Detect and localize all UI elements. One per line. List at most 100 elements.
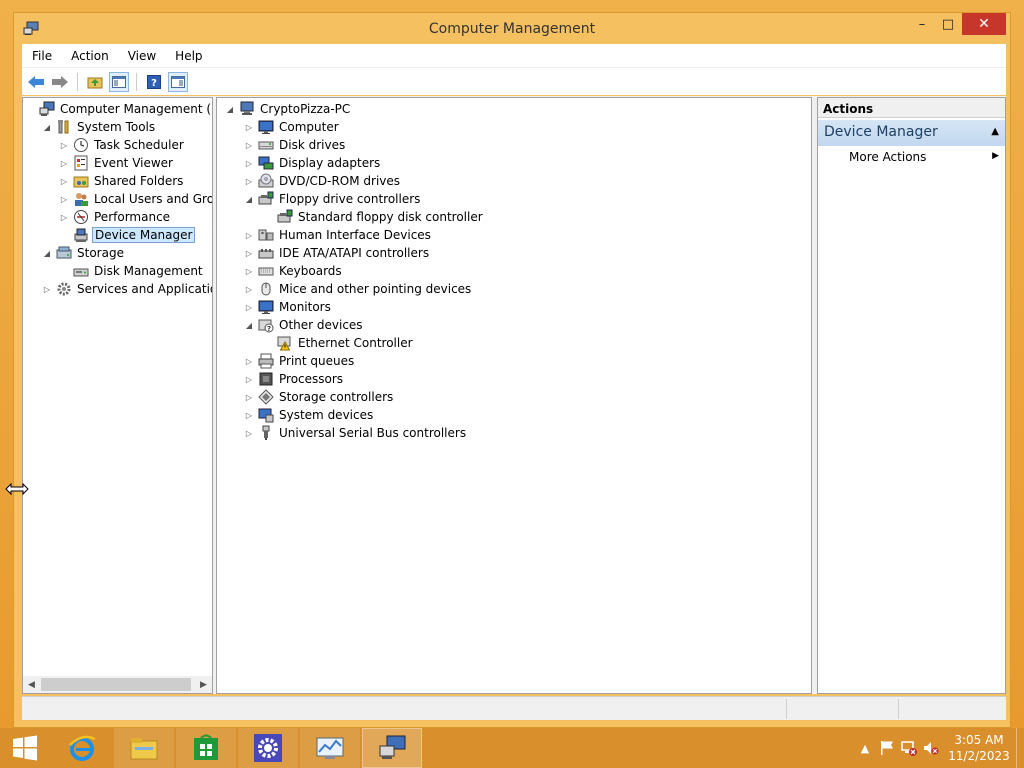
- expand-toggle-icon[interactable]: ▷: [59, 190, 69, 208]
- expand-toggle-icon[interactable]: ▷: [42, 280, 52, 298]
- expand-toggle-icon[interactable]: ▷: [59, 172, 69, 190]
- scrollbar-thumb[interactable]: [41, 678, 191, 691]
- clock-icon: [74, 138, 88, 152]
- expand-toggle-icon[interactable]: ▷: [244, 388, 254, 406]
- tree-item-label: Other devices: [279, 318, 363, 332]
- minimize-button[interactable]: –: [909, 13, 935, 35]
- tree-item[interactable]: Standard floppy disk controller: [263, 208, 485, 226]
- help-icon[interactable]: ?: [144, 72, 164, 92]
- start-icon[interactable]: [0, 728, 50, 768]
- file-explorer-icon[interactable]: [114, 728, 174, 768]
- horizontal-scrollbar[interactable]: ◀ ▶: [23, 676, 212, 693]
- expand-toggle-icon[interactable]: ▷: [59, 208, 69, 226]
- expand-toggle-icon[interactable]: ▷: [244, 226, 254, 244]
- actions-section-device-manager[interactable]: Device Manager ▲: [818, 120, 1005, 146]
- menu-file[interactable]: File: [22, 49, 61, 63]
- menu-action[interactable]: Action: [61, 49, 118, 63]
- show-desktop-button[interactable]: [1016, 728, 1024, 768]
- tree-item-label: Display adapters: [279, 156, 381, 170]
- show-hidden-icons-icon[interactable]: ▲: [854, 728, 876, 768]
- expand-toggle-icon[interactable]: ▷: [244, 244, 254, 262]
- store-icon[interactable]: [176, 728, 236, 768]
- settings-icon[interactable]: [238, 728, 298, 768]
- expand-toggle-icon[interactable]: ▷: [244, 154, 254, 172]
- menu-help[interactable]: Help: [165, 49, 211, 63]
- expand-toggle-icon[interactable]: ▷: [244, 118, 254, 136]
- tree-item[interactable]: Computer Management (Local: [25, 100, 212, 118]
- more-actions-item[interactable]: More Actions ▶: [818, 146, 1005, 168]
- printer-icon: [258, 353, 274, 369]
- performance-monitor-icon[interactable]: [300, 728, 360, 768]
- tree-item[interactable]: ◢ CryptoPizza-PC: [225, 100, 352, 118]
- expand-toggle-icon[interactable]: ▷: [244, 424, 254, 442]
- device-tree-pane[interactable]: ◢ CryptoPizza-PC ▷ Computer ▷ Disk drives ▷ Dis…: [216, 97, 812, 694]
- tree-item[interactable]: ▷ Mice and other pointing devices: [244, 280, 473, 298]
- internet-explorer-icon[interactable]: [52, 728, 112, 768]
- expand-toggle-icon[interactable]: ◢: [244, 316, 254, 334]
- expand-toggle-icon[interactable]: ◢: [225, 100, 235, 118]
- expand-toggle-icon[interactable]: ▷: [244, 406, 254, 424]
- tree-item[interactable]: ▷ System devices: [244, 406, 375, 424]
- properties-icon[interactable]: [168, 71, 188, 92]
- title-bar[interactable]: Computer Management – □ ✕: [14, 13, 1010, 43]
- expand-toggle-icon[interactable]: ▷: [244, 370, 254, 388]
- tree-item[interactable]: Ethernet Controller: [263, 334, 415, 352]
- tree-item[interactable]: ▷ Display adapters: [244, 154, 382, 172]
- expand-toggle-icon[interactable]: ▷: [244, 280, 254, 298]
- up-folder-icon[interactable]: [85, 72, 105, 92]
- status-separator: [786, 699, 787, 719]
- tree-item[interactable]: ▷ Keyboards: [244, 262, 344, 280]
- expand-toggle-icon[interactable]: ▷: [244, 298, 254, 316]
- expand-toggle-icon[interactable]: ▷: [59, 154, 69, 172]
- tree-item[interactable]: ▷ Universal Serial Bus controllers: [244, 424, 468, 442]
- expand-toggle-icon[interactable]: ▷: [244, 136, 254, 154]
- tree-item-label: Print queues: [279, 354, 355, 368]
- tree-item[interactable]: ▷ IDE ATA/ATAPI controllers: [244, 244, 431, 262]
- expand-toggle-icon[interactable]: ▷: [244, 262, 254, 280]
- tree-item[interactable]: ▷ Event Viewer: [59, 154, 175, 172]
- tree-item[interactable]: ▷ Human Interface Devices: [244, 226, 433, 244]
- tree-item[interactable]: ▷ Storage controllers: [244, 388, 395, 406]
- back-icon[interactable]: [26, 72, 46, 92]
- network-disconnected-icon[interactable]: [898, 728, 920, 768]
- storage-icon: [56, 246, 72, 259]
- tree-item[interactable]: ▷ Local Users and Groups: [59, 190, 212, 208]
- scroll-right-icon[interactable]: ▶: [195, 676, 212, 693]
- tree-item[interactable]: ◢? Other devices: [244, 316, 365, 334]
- tree-item[interactable]: ▷ Services and Applications: [42, 280, 212, 298]
- tree-item[interactable]: ◢ Floppy drive controllers: [244, 190, 422, 208]
- tree-item[interactable]: ▷ Performance: [59, 208, 172, 226]
- storage-controller-icon: [258, 389, 274, 405]
- volume-muted-icon[interactable]: [920, 728, 942, 768]
- tree-item[interactable]: ▷ Task Scheduler: [59, 136, 186, 154]
- expand-toggle-icon[interactable]: ▷: [244, 172, 254, 190]
- forward-icon[interactable]: [50, 72, 70, 92]
- tree-item[interactable]: ▷ Processors: [244, 370, 345, 388]
- tree-item[interactable]: ◢ System Tools: [42, 118, 157, 136]
- tree-item[interactable]: ▷ Monitors: [244, 298, 333, 316]
- menu-view[interactable]: View: [118, 49, 165, 63]
- tree-item[interactable]: ▷ Disk drives: [244, 136, 347, 154]
- tree-item[interactable]: ▷ Computer: [244, 118, 341, 136]
- tree-item[interactable]: Device Manager: [59, 226, 196, 244]
- expand-toggle-icon[interactable]: ▷: [59, 136, 69, 154]
- expand-toggle-icon[interactable]: ◢: [42, 118, 52, 136]
- tree-item[interactable]: ▷ Shared Folders: [59, 172, 185, 190]
- show-hide-tree-icon[interactable]: [109, 71, 129, 92]
- maximize-button[interactable]: □: [935, 13, 961, 35]
- tree-item[interactable]: ▷ DVD/CD-ROM drives: [244, 172, 402, 190]
- tree-item[interactable]: Disk Management: [59, 262, 205, 280]
- computer-management-icon[interactable]: [362, 728, 422, 768]
- expand-toggle-icon[interactable]: ◢: [42, 244, 52, 262]
- expand-toggle-icon[interactable]: ▷: [244, 352, 254, 370]
- tree-item[interactable]: ◢ Storage: [42, 244, 126, 262]
- clock[interactable]: 3:05 AM 11/2/2023: [942, 732, 1016, 764]
- action-center-flag-icon[interactable]: [876, 728, 898, 768]
- collapse-icon[interactable]: ▲: [991, 126, 999, 137]
- expand-toggle-icon[interactable]: ◢: [244, 190, 254, 208]
- tree-item[interactable]: ▷ Print queues: [244, 352, 356, 370]
- close-button[interactable]: ✕: [962, 13, 1006, 35]
- scroll-left-icon[interactable]: ◀: [23, 676, 40, 693]
- tree-item-label: Event Viewer: [94, 156, 173, 170]
- console-tree-pane[interactable]: ◀ ▶ Computer Management (Local ◢ System To…: [22, 97, 213, 694]
